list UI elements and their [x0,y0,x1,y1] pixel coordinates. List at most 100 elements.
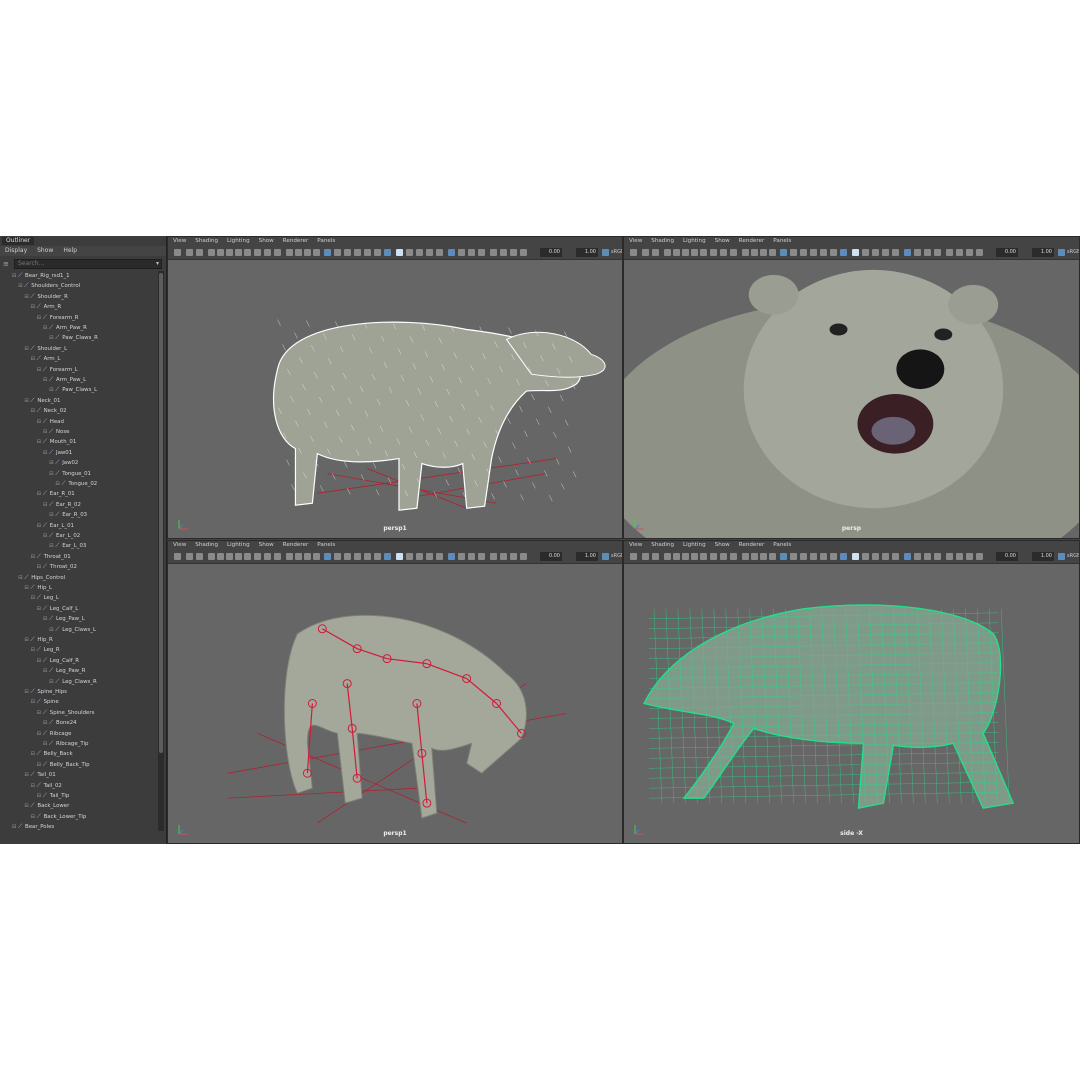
toolbar-tool-icon[interactable] [354,249,361,256]
toolbar-tool-icon[interactable] [892,249,899,256]
toolbar-tool-icon[interactable] [872,553,879,560]
outliner-item[interactable]: ⊟ ⟋ Leg_Calf_R [37,656,79,666]
toolbar-tool-icon[interactable] [946,249,953,256]
outliner-scrollbar[interactable] [158,271,164,831]
toolbar-tool-icon[interactable] [406,249,413,256]
toolbar-tool-icon[interactable] [820,553,827,560]
viewport-panel-1[interactable]: View Shading Lighting Show Renderer Pane… [167,236,623,539]
viewport-scene[interactable] [624,564,1079,843]
outliner-item[interactable]: ⊟ ⟋ Bear_Rig_rsd1_1 [12,271,70,281]
outliner-item[interactable]: ⊟ ⟋ Spine_Hips [24,687,67,697]
outliner-item[interactable]: ⊟ ⟋ Belly_Back [31,749,73,759]
toolbar-tool-icon[interactable] [344,249,351,256]
toolbar-tool-icon[interactable] [800,553,807,560]
toolbar-tool-icon[interactable] [235,249,242,256]
toolbar-tool-icon[interactable] [217,553,224,560]
toolbar-tool-icon[interactable] [406,553,413,560]
outliner-item[interactable]: ⊟ ⟋ Tongue_01 [49,469,91,479]
toolbar-tool-icon[interactable] [840,249,847,256]
outliner-item[interactable]: ⊟ ⟋ Ear_L_03 [49,541,86,551]
toolbar-tool-icon[interactable] [274,553,281,560]
viewport-scene[interactable] [168,260,622,538]
vp-menu-renderer[interactable]: Renderer [739,237,765,246]
outliner-item[interactable]: ⊟ ⟋ Ear_R_01 [37,489,75,499]
outliner-item[interactable]: ⊟ ⟋ Ear_R_02 [43,500,81,510]
outliner-item[interactable]: ⊟ ⟋ Leg_Claws_R [49,677,97,687]
toolbar-tool-icon[interactable] [760,249,767,256]
toolbar-tool-icon[interactable] [208,249,215,256]
outliner-item[interactable]: ⊟ ⟋ Ear_R_03 [49,510,87,520]
vp-menu-shading[interactable]: Shading [195,237,218,246]
toolbar-tool-icon[interactable] [700,553,707,560]
gamma-field[interactable]: 1.00 [1032,248,1054,257]
outliner-menu-display[interactable]: Display [5,246,27,256]
toolbar-tool-icon[interactable] [354,553,361,560]
toolbar-tool-icon[interactable] [334,553,341,560]
outliner-options-icon[interactable]: ≡ [3,260,11,268]
outliner-item[interactable]: ⊟ ⟋ Back_Lower_Tip [31,812,87,822]
toolbar-tool-icon[interactable] [892,553,899,560]
outliner-item[interactable]: ⊟ ⟋ Jaw01 [43,448,72,458]
toolbar-tool-icon[interactable] [730,249,737,256]
toolbar-tool-icon[interactable] [652,553,659,560]
toolbar-tool-icon[interactable] [710,553,717,560]
vp-menu-lighting[interactable]: Lighting [227,541,250,550]
exposure-field[interactable]: 0.00 [540,248,562,257]
outliner-item[interactable]: ⊟ ⟋ Leg_L [31,593,59,603]
toolbar-tool-icon[interactable] [208,553,215,560]
vp-menu-panels[interactable]: Panels [317,237,335,246]
toolbar-tool-icon[interactable] [384,553,391,560]
toolbar-tool-icon[interactable] [416,249,423,256]
toolbar-tool-icon[interactable] [742,249,749,256]
toolbar-tool-icon[interactable] [304,553,311,560]
vp-menu-renderer[interactable]: Renderer [739,541,765,550]
toolbar-tool-icon[interactable] [426,553,433,560]
toolbar-tool-icon[interactable] [468,249,475,256]
toolbar-tool-icon[interactable] [780,249,787,256]
outliner-item[interactable]: ⊟ ⟋ Belly_Back_Tip [37,760,90,770]
toolbar-tool-icon[interactable] [254,249,261,256]
outliner-tab[interactable]: Outliner [2,237,35,245]
outliner-item[interactable]: ⊟ ⟋ Paw_Claws_L [49,385,97,395]
toolbar-tool-icon[interactable] [810,249,817,256]
toolbar-tool-icon[interactable] [691,249,698,256]
toolbar-tool-icon[interactable] [448,553,455,560]
outliner-item[interactable]: ⊟ ⟋ Throat_01 [31,552,71,562]
toolbar-tool-icon[interactable] [946,553,953,560]
viewport-scene[interactable] [624,260,1079,538]
vp-menu-view[interactable]: View [173,237,186,246]
outliner-item[interactable]: ⊟ ⟋ Shoulders_Control [18,281,80,291]
toolbar-tool-icon[interactable] [384,249,391,256]
toolbar-tool-icon[interactable] [174,249,181,256]
outliner-item[interactable]: ⊟ ⟋ Neck_02 [31,406,67,416]
toolbar-tool-icon[interactable] [630,553,637,560]
toolbar-tool-icon[interactable] [976,249,983,256]
toolbar-tool-icon[interactable] [334,249,341,256]
exposure-field[interactable]: 0.00 [996,552,1018,561]
outliner-item[interactable]: ⊟ ⟋ Bear_Poles [12,822,54,832]
outliner-item[interactable]: ⊟ ⟋ Head [37,417,64,427]
outliner-item[interactable]: ⊟ ⟋ Leg_Paw_R [43,666,86,676]
toolbar-tool-icon[interactable] [396,249,403,256]
toolbar-tool-icon[interactable] [840,553,847,560]
toolbar-tool-icon[interactable] [751,553,758,560]
toolbar-tool-icon[interactable] [904,553,911,560]
toolbar-tool-icon[interactable] [458,249,465,256]
toolbar-tool-icon[interactable] [790,553,797,560]
outliner-item[interactable]: ⊟ ⟋ Jaw02 [49,458,78,468]
toolbar-tool-icon[interactable] [642,249,649,256]
outliner-item[interactable]: ⊟ ⟋ Hips_Control [18,573,65,583]
toolbar-tool-icon[interactable] [830,249,837,256]
toolbar-tool-icon[interactable] [742,553,749,560]
vp-menu-show[interactable]: Show [715,237,730,246]
vp-menu-lighting[interactable]: Lighting [683,237,706,246]
outliner-item[interactable]: ⊟ ⟋ Mouth_01 [37,437,76,447]
toolbar-tool-icon[interactable] [458,553,465,560]
outliner-item[interactable]: ⊟ ⟋ Hip_R [24,635,52,645]
toolbar-tool-icon[interactable] [313,249,320,256]
toolbar-tool-icon[interactable] [274,249,281,256]
toolbar-tool-icon[interactable] [872,249,879,256]
outliner-item[interactable]: ⊟ ⟋ Forearm_R [37,313,79,323]
vp-menu-shading[interactable]: Shading [651,237,674,246]
gamma-field[interactable]: 1.00 [576,248,598,257]
